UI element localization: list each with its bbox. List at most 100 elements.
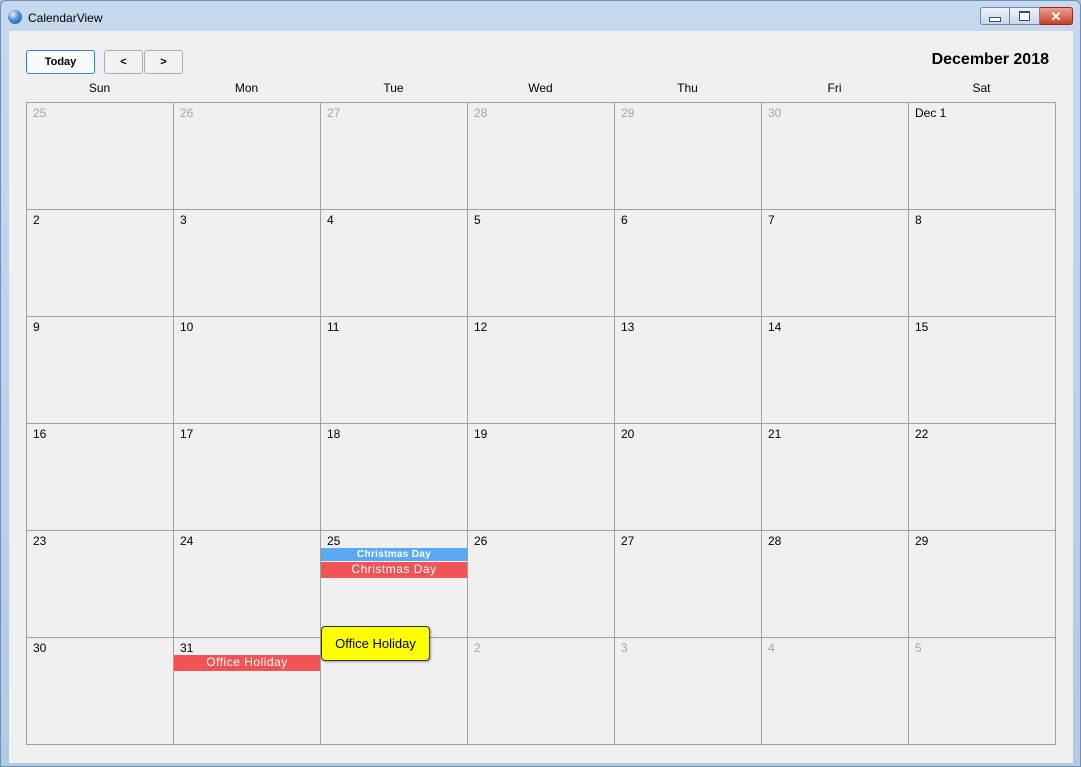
day-cell[interactable]: 30 — [762, 103, 909, 210]
title-bar[interactable]: CalendarView ✕ — [1, 1, 1080, 31]
day-cell[interactable]: 18 — [321, 424, 468, 531]
day-cell[interactable]: 25 Christmas Day Christmas Day — [321, 531, 468, 638]
day-cell[interactable]: Dec 1 — [909, 103, 1056, 210]
day-number: 22 — [915, 427, 929, 441]
maximize-button[interactable] — [1010, 7, 1040, 25]
weekday-label: Mon — [234, 81, 259, 95]
day-number: 4 — [327, 213, 334, 227]
previous-month-button[interactable]: < — [104, 50, 143, 74]
day-number: 29 — [621, 106, 635, 120]
day-number: 6 — [621, 213, 628, 227]
day-number: 30 — [768, 106, 782, 120]
day-number: 11 — [327, 320, 340, 334]
weekday-label: Tue — [383, 81, 404, 95]
day-cell[interactable]: 15 — [909, 317, 1056, 424]
day-number: 18 — [327, 427, 341, 441]
day-cell[interactable]: 9 — [27, 317, 174, 424]
day-number: 26 — [474, 534, 488, 548]
day-cell[interactable]: 27 — [615, 531, 762, 638]
weekday-header: Sun Mon Tue Wed Thu Fri Sat — [26, 81, 1056, 101]
minimize-icon — [989, 16, 1001, 22]
day-cell[interactable]: 2 — [468, 638, 615, 745]
window-controls: ✕ — [980, 7, 1073, 25]
day-number: 23 — [33, 534, 47, 548]
day-number: 12 — [474, 320, 488, 334]
minimize-button[interactable] — [980, 7, 1010, 25]
day-cell[interactable]: 10 — [174, 317, 321, 424]
day-number: 24 — [180, 534, 194, 548]
calendar-event[interactable]: Christmas Day — [321, 548, 467, 561]
day-number: 20 — [621, 427, 635, 441]
day-cell[interactable]: 7 — [762, 210, 909, 317]
day-cell[interactable]: 16 — [27, 424, 174, 531]
day-number: 30 — [33, 641, 47, 655]
day-cell[interactable]: 25 — [27, 103, 174, 210]
day-cell[interactable]: 31 Office Holiday — [174, 638, 321, 745]
day-cell[interactable]: 17 — [174, 424, 321, 531]
day-cell[interactable]: 12 — [468, 317, 615, 424]
day-number: 5 — [474, 213, 481, 227]
day-cell[interactable]: 14 — [762, 317, 909, 424]
day-number: 5 — [915, 641, 922, 655]
day-cell[interactable]: 13 — [615, 317, 762, 424]
close-button[interactable]: ✕ — [1040, 7, 1073, 25]
day-cell[interactable]: 3 — [174, 210, 321, 317]
day-number: 2 — [33, 213, 40, 227]
day-number: 14 — [768, 320, 782, 334]
calendar-event[interactable]: Christmas Day — [321, 562, 467, 578]
day-cell[interactable]: 11 — [321, 317, 468, 424]
day-number: 31 — [180, 641, 194, 655]
maximize-icon — [1019, 11, 1030, 21]
app-window: CalendarView ✕ Today < > December 2018 S… — [0, 0, 1081, 767]
calendar-event[interactable]: Office Holiday — [174, 655, 320, 671]
day-cell[interactable]: 4 — [321, 210, 468, 317]
app-globe-icon — [8, 10, 22, 24]
day-number: 8 — [915, 213, 922, 227]
month-title: December 2018 — [931, 51, 1049, 68]
day-number: 16 — [33, 427, 47, 441]
day-number: 29 — [915, 534, 929, 548]
window-title: CalendarView — [28, 11, 103, 25]
day-cell[interactable]: 21 — [762, 424, 909, 531]
day-cell[interactable]: 29 — [615, 103, 762, 210]
day-number: 3 — [180, 213, 187, 227]
day-cell[interactable]: 24 — [174, 531, 321, 638]
day-cell[interactable]: 22 — [909, 424, 1056, 531]
day-cell[interactable]: 5 — [468, 210, 615, 317]
event-tooltip: Office Holiday — [321, 626, 430, 661]
day-number: 25 — [33, 106, 47, 120]
next-month-button[interactable]: > — [144, 50, 183, 74]
day-cell[interactable]: 26 — [468, 531, 615, 638]
day-cell[interactable]: 26 — [174, 103, 321, 210]
day-number: 27 — [327, 106, 341, 120]
day-cell[interactable]: 2 — [27, 210, 174, 317]
today-button[interactable]: Today — [26, 50, 95, 74]
day-number: 27 — [621, 534, 635, 548]
weekday-label: Sat — [972, 81, 991, 95]
day-number: 2 — [474, 641, 481, 655]
day-cell[interactable]: 8 — [909, 210, 1056, 317]
weekday-label: Thu — [677, 81, 698, 95]
day-cell[interactable]: 20 — [615, 424, 762, 531]
day-number: 13 — [621, 320, 635, 334]
day-cell[interactable]: 4 — [762, 638, 909, 745]
day-number: 21 — [768, 427, 782, 441]
day-cell[interactable]: 19 — [468, 424, 615, 531]
day-cell[interactable]: 28 — [468, 103, 615, 210]
day-number: 17 — [180, 427, 194, 441]
day-cell[interactable]: 3 — [615, 638, 762, 745]
close-icon: ✕ — [1050, 8, 1062, 24]
day-cell[interactable]: 6 — [615, 210, 762, 317]
day-cell[interactable]: 27 — [321, 103, 468, 210]
day-number: 25 — [327, 534, 341, 548]
day-cell[interactable]: 23 — [27, 531, 174, 638]
day-cell[interactable]: 29 — [909, 531, 1056, 638]
month-grid: 25 26 27 28 29 30 Dec 1 2 3 4 5 6 7 8 9 10 11 12 13 14 15 16 1… — [26, 102, 1056, 745]
day-number: 28 — [768, 534, 782, 548]
calendar-view: Today < > December 2018 Sun Mon Tue Wed … — [9, 31, 1073, 763]
day-cell[interactable]: 5 — [909, 638, 1056, 745]
day-cell[interactable]: 30 — [27, 638, 174, 745]
day-number: 9 — [33, 320, 40, 334]
weekday-label: Fri — [827, 81, 842, 95]
day-cell[interactable]: 28 — [762, 531, 909, 638]
